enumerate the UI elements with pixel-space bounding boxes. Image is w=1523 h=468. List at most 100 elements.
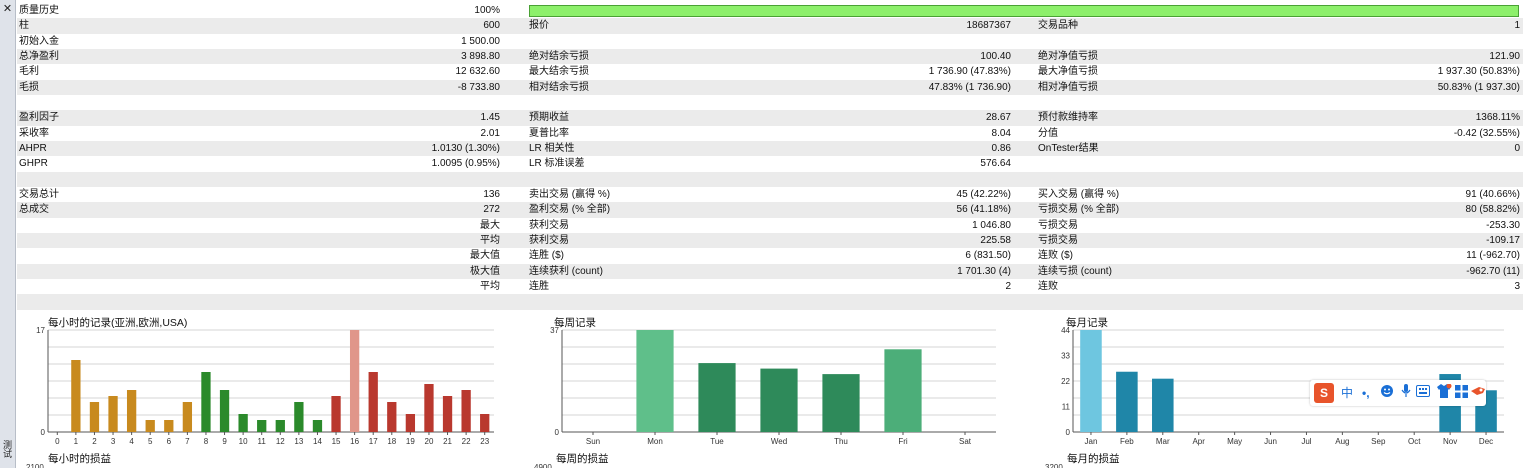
weekly-pnl-title: 每周的损益: [556, 453, 609, 465]
x-tick-label: 15: [332, 437, 341, 446]
row-value-1: 最大值: [470, 250, 500, 262]
stats-table: 柱 600 报价 18687367 交易品种 1 初始入金 1 500.00 总净盈利 3 898…: [17, 18, 1523, 310]
quality-value: 100%: [474, 5, 500, 16]
bar: [424, 384, 434, 432]
row-value-1: 136: [483, 188, 500, 200]
stats-row: [17, 294, 1523, 310]
ime-language-toggle[interactable]: 中: [1341, 385, 1353, 401]
row-label-3: 分值: [1038, 127, 1058, 139]
row-value-3: 11 (-962.70): [1466, 250, 1520, 262]
row-label-2: 连续获利 (count): [529, 265, 603, 277]
x-tick-label: Nov: [1443, 437, 1457, 446]
stats-row: GHPR 1.0095 (0.95%) LR 标准误差 576.64: [17, 156, 1523, 171]
row-value-2: 8.04: [991, 127, 1011, 139]
stats-row: 交易总计 136 卖出交易 (赢得 %) 45 (42.22%) 买入交易 (赢得 %)…: [17, 187, 1523, 202]
tool-icon[interactable]: [1471, 385, 1485, 401]
stats-row: 采收率 2.01 夏普比率 8.04 分值 -0.42 (32.55%): [17, 126, 1523, 141]
x-tick-label: 18: [387, 437, 396, 446]
bar: [126, 390, 137, 432]
grid-icon[interactable]: [1455, 385, 1468, 402]
bar: [331, 396, 341, 432]
row-value-3: 121.90: [1489, 50, 1520, 62]
row-value-3: 1: [1514, 20, 1520, 32]
row-value-2: 225.58: [980, 234, 1011, 246]
x-tick-label: 5: [148, 437, 153, 446]
row-label-1: 采收率: [19, 127, 49, 139]
row-label-3: 预付款维持率: [1038, 112, 1098, 124]
row-value-3: 0: [1514, 142, 1520, 154]
bar: [164, 420, 174, 432]
row-value-1: -8 733.80: [457, 81, 500, 93]
x-tick-label: 9: [222, 437, 227, 446]
ime-toolbar[interactable]: S 中 •,: [1310, 380, 1486, 406]
row-value-2: 47.83% (1 736.90): [928, 81, 1011, 93]
row-value-3: 3: [1514, 280, 1520, 292]
row-label-2: 报价: [529, 20, 549, 32]
backtest-report: 质量历史 100% 柱 600 报价 18687367 交易品种 1 初始入金 1 500.0…: [17, 3, 1523, 310]
x-tick-label: 4: [129, 437, 134, 446]
row-label-1: 总成交: [19, 204, 49, 216]
bar: [636, 330, 674, 432]
row-label-3: 交易品种: [1038, 20, 1078, 32]
row-label-2: 盈利交易 (% 全部): [529, 204, 611, 216]
y-tick-label: 0: [555, 428, 560, 437]
row-label-1: 柱: [19, 20, 29, 32]
x-tick-label: 19: [406, 437, 415, 446]
stats-row: AHPR 1.0130 (1.30%) LR 相关性 0.86 OnTester结果 0: [17, 140, 1523, 157]
hourly-records-chart: 每小时的记录(亚洲,欧洲,USA) 0 17 0 1 2 3 4 5 6 7 8 9 10 11 12 13 1…: [34, 313, 500, 463]
bar: [238, 414, 248, 432]
x-tick-label: 10: [239, 437, 248, 446]
row-value-3: -0.42 (32.55%): [1453, 127, 1520, 139]
stats-row: 平均 连胜 2 连败 3: [17, 279, 1523, 294]
y-tick-label: 37: [550, 326, 559, 335]
stats-row: 极大值 连续获利 (count) 1 701.30 (4) 连续亏损 (count) -…: [17, 263, 1523, 279]
tester-tab-label[interactable]: 测试: [1, 440, 14, 458]
row-value-2: 0.86: [991, 142, 1011, 154]
x-tick-label: Fri: [898, 437, 908, 446]
keyboard-icon[interactable]: [1416, 385, 1430, 401]
chart-plot: 0170 1 2 3 4 5 6 7 8 9 10 11 12 13 14 15 16 17 18 19 20 21 22 2…: [36, 326, 494, 446]
quality-progress-bar: [529, 5, 1519, 17]
y-tick-label: 0: [1066, 428, 1071, 437]
row-label-2: LR 标准误差: [529, 158, 585, 170]
row-value-1: 12 632.60: [455, 66, 501, 78]
stats-row: 柱 600 报价 18687367 交易品种 1: [17, 18, 1523, 34]
mic-icon[interactable]: [1401, 384, 1411, 402]
row-value-2: 45 (42.22%): [956, 188, 1011, 200]
row-label-3: 亏损交易 (% 全部): [1038, 204, 1120, 216]
row-label-3: 绝对净值亏损: [1038, 50, 1098, 62]
row-value-2: 1 046.80: [972, 219, 1011, 231]
monthly-pnl-top-tick: 3200: [1045, 463, 1063, 468]
x-tick-label: Feb: [1120, 437, 1134, 446]
bar: [387, 402, 397, 432]
x-tick-label: 2: [92, 437, 97, 446]
ime-punctuation-toggle[interactable]: •,: [1362, 385, 1370, 401]
sogou-logo-icon[interactable]: S: [1314, 383, 1334, 403]
row-value-2: 2: [1005, 280, 1011, 292]
row-value-1: 平均: [480, 234, 500, 246]
y-tick-label: 44: [1061, 326, 1070, 335]
x-tick-label: Wed: [771, 437, 787, 446]
bar: [275, 420, 285, 432]
left-panel-strip: ✕ 测试: [0, 0, 16, 468]
row-value-1: 272: [483, 204, 500, 216]
row-label-2: 夏普比率: [529, 127, 569, 139]
x-tick-label: 11: [258, 437, 267, 446]
x-tick-label: Thu: [834, 437, 848, 446]
stats-row: 平均 获利交易 225.58 亏损交易 -109.17: [17, 232, 1523, 249]
row-value-2: 6 (831.50): [965, 250, 1011, 262]
close-icon[interactable]: ✕: [1, 3, 14, 16]
row-label-2: 获利交易: [529, 219, 569, 231]
shirt-icon[interactable]: [1436, 383, 1452, 403]
y-tick-label: 33: [1061, 352, 1070, 361]
row-label-3: 连败: [1038, 280, 1058, 292]
bar: [822, 374, 860, 432]
row-value-1: 600: [483, 20, 500, 32]
bar: [1152, 378, 1174, 432]
bar: [294, 402, 304, 432]
smile-icon[interactable]: [1380, 384, 1394, 402]
row-label-1: 总净盈利: [19, 50, 59, 62]
bar: [1080, 330, 1102, 432]
row-label-3: OnTester结果: [1038, 142, 1099, 154]
bar: [442, 396, 453, 432]
